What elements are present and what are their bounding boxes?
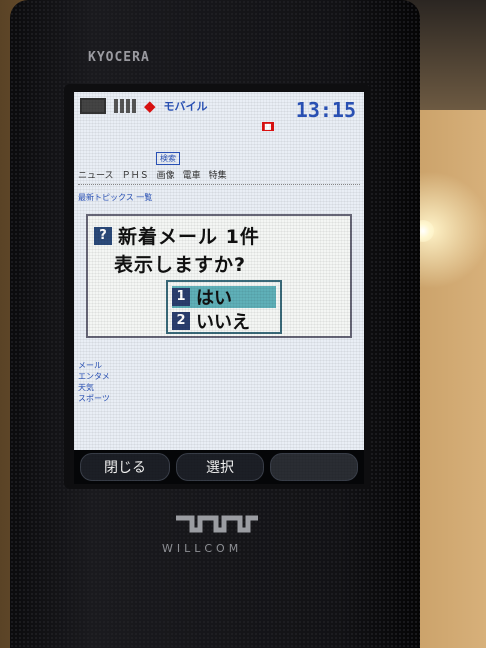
carrier-logo-text: WILLCOM [162, 542, 243, 555]
question-icon: ? [94, 226, 112, 245]
list-item[interactable]: 天気 [78, 382, 228, 393]
browser-menu-row: ニュース ＰＨＳ 画像 電車 特集 [78, 168, 360, 182]
willcom-logo-icon [176, 515, 258, 533]
clock: 13:15 [295, 98, 356, 122]
dialog-options: 1 はい 2 いいえ [166, 280, 282, 334]
dialog-title: 新着メール 1件 [118, 226, 260, 248]
menu-item[interactable]: 画像 [157, 168, 175, 182]
search-button[interactable]: 検索 [156, 152, 180, 165]
dialog-question: 表示しますか? [114, 254, 247, 276]
right-softkey[interactable] [270, 453, 358, 481]
alert-icon: ◆ [144, 97, 156, 115]
menu-item[interactable]: 特集 [209, 168, 227, 182]
browser-url-bar [78, 142, 360, 154]
option-label: いいえ [196, 312, 250, 333]
status-carrier-text: モバイル [163, 100, 208, 113]
softkey-bar: 閉じる 選択 [74, 450, 364, 484]
menu-item[interactable]: ニュース [78, 168, 114, 182]
background-list: メール エンタメ 天気 スポーツ [78, 360, 228, 404]
phone-screen: ◆ モバイル 13:15 ■ 検索 ニュース ＰＨＳ 画像 電車 特集 最新トピ… [74, 92, 364, 484]
link-row[interactable]: 最新トピックス 一覧 [78, 192, 152, 203]
signal-icon [114, 99, 136, 113]
option-no[interactable]: 2 いいえ [172, 310, 276, 333]
new-mail-dialog: ? 新着メール 1件 表示しますか? 1 はい 2 いいえ [86, 214, 352, 338]
mini-info: ■ [262, 122, 352, 132]
option-yes[interactable]: 1 はい [172, 286, 276, 309]
phone-body: KYOCERA ◆ モバイル 13:15 ■ 検索 ニュース ＰＨＳ 画像 電車… [10, 0, 420, 648]
list-item[interactable]: メール [78, 360, 228, 371]
dialog-header: ? 新着メール 1件 [94, 222, 260, 249]
list-item[interactable]: エンタメ [78, 371, 228, 382]
option-label: はい [196, 288, 232, 309]
list-item[interactable]: スポーツ [78, 393, 228, 404]
battery-icon [80, 98, 106, 114]
select-softkey[interactable]: 選択 [176, 453, 264, 481]
menu-item[interactable]: 電車 [183, 168, 201, 182]
close-softkey[interactable]: 閉じる [80, 453, 170, 481]
brand-logo: KYOCERA [88, 50, 150, 65]
mini-badge-icon: ■ [262, 122, 274, 131]
option-number: 1 [172, 288, 190, 306]
divider [78, 184, 360, 185]
option-number: 2 [172, 312, 190, 330]
menu-item[interactable]: ＰＨＳ [122, 168, 149, 182]
